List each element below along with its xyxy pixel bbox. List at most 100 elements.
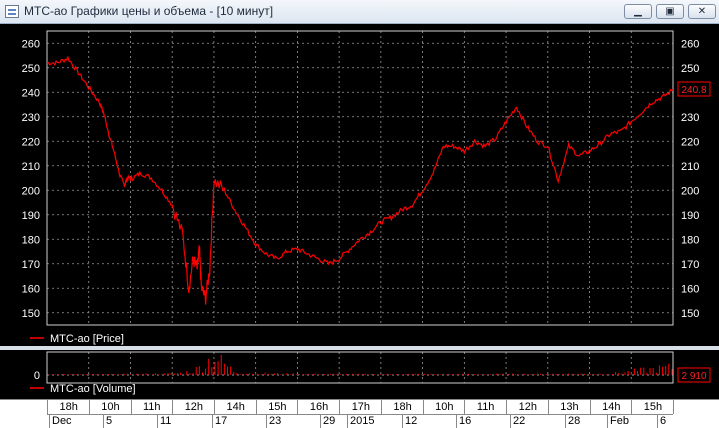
price-tick-label-right: 190: [681, 210, 699, 222]
price-tick-label-right: 150: [681, 308, 699, 320]
hour-label: 10h: [101, 401, 120, 413]
time-axis-tick: [631, 400, 633, 414]
price-tick-label-left: 250: [22, 63, 40, 75]
price-tick-label-left: 210: [22, 161, 40, 173]
date-tick: [320, 415, 321, 428]
hour-label: 14h: [602, 401, 621, 413]
price-tick-label-left: 260: [22, 38, 40, 50]
hour-label: 12h: [518, 401, 537, 413]
hour-label: 15h: [643, 401, 663, 413]
volume-legend-label: МТС-ао [Volume]: [50, 383, 136, 395]
date-label: 22: [513, 415, 526, 427]
price-tick-label-left: 200: [22, 185, 40, 197]
date-label: 2015: [350, 415, 375, 427]
volume-plot-border: [46, 351, 674, 384]
date-tick: [212, 415, 213, 428]
time-axis-tick: [422, 400, 424, 414]
volume-legend: МТС-ао [Volume]: [30, 383, 136, 395]
volume-bars: [48, 354, 673, 375]
price-tick-label-right: 210: [681, 161, 699, 173]
time-axis-tick: [547, 400, 549, 414]
price-tick-label-right: 260: [681, 38, 699, 50]
window-title: МТС-ао Графики цены и объема - [10 минут…: [24, 4, 274, 18]
date-label: Feb: [610, 415, 629, 427]
price-volume-chart[interactable]: 150 160 170 180 190 200 210 220 230 240 250 260 150…: [0, 24, 719, 399]
time-axis-tick: [380, 400, 382, 414]
hour-label: 16h: [309, 401, 329, 413]
volume-zero-tick: 0: [34, 370, 40, 382]
price-legend: МТС-ао [Price]: [30, 333, 124, 345]
time-axis-tick: [339, 400, 341, 414]
date-tick: [510, 415, 511, 428]
hour-label: 10h: [435, 401, 454, 413]
price-tick-label-left: 160: [22, 283, 40, 295]
time-axis-tick: [673, 400, 674, 414]
date-label: Dec: [52, 415, 72, 427]
time-axis[interactable]: 18h 10h 11h 12h 14h 15h 16h 17h 18h 10h 11h 12h 13h 1…: [0, 399, 719, 428]
time-axis-tick: [47, 400, 48, 414]
date-tick: [347, 415, 348, 428]
time-axis-tick: [213, 400, 215, 414]
time-axis-tick: [297, 400, 299, 414]
time-axis-tick: [506, 400, 508, 414]
date-label: 6: [660, 415, 667, 427]
price-tick-label-left: 190: [22, 210, 40, 222]
price-tick-label-right: 220: [681, 136, 699, 148]
date-label: 5: [106, 415, 113, 427]
price-grid: [47, 31, 673, 383]
price-tick-label-left: 170: [22, 259, 40, 271]
date-label: 11: [160, 415, 172, 427]
date-label: 29: [323, 415, 336, 427]
hour-label: 12h: [184, 401, 204, 413]
close-button[interactable]: ✕: [688, 4, 716, 19]
price-tick-label-left: 230: [22, 112, 40, 124]
date-tick: [157, 415, 158, 428]
time-axis-tick: [255, 400, 257, 414]
svg-text:2 910: 2 910: [681, 371, 706, 382]
price-tick-label-left: 180: [22, 234, 40, 246]
price-tick-label-left: 240: [22, 87, 40, 99]
price-tick-label-right: 180: [681, 234, 699, 246]
time-axis-tick: [464, 400, 466, 414]
date-tick: [607, 415, 608, 428]
date-tick: [402, 415, 403, 428]
title-bar: МТС-ао Графики цены и объема - [10 минут…: [0, 0, 719, 24]
minimize-button[interactable]: ▁: [624, 4, 652, 19]
price-left-axis: 150 160 170 180 190 200 210 220 230 240 250 260: [22, 38, 40, 320]
chart-window-icon: [5, 5, 19, 18]
date-tick: [456, 415, 457, 428]
price-tick-label-right: 160: [681, 283, 699, 295]
volume-last-value-badge: 2 910: [677, 367, 711, 383]
hour-label: 15h: [268, 401, 287, 413]
hour-label: 11h: [143, 401, 161, 413]
hour-label: 17h: [351, 401, 371, 413]
time-axis-tick: [589, 400, 591, 414]
date-tick: [103, 415, 104, 428]
date-label: 12: [405, 415, 418, 427]
date-label: 28: [568, 415, 581, 427]
price-right-axis: 150160170180190200210220230240250260: [681, 38, 699, 320]
time-axis-tick: [130, 400, 132, 414]
price-series-line: [46, 55, 674, 305]
date-label: 16: [459, 415, 472, 427]
hour-label: 14h: [226, 401, 245, 413]
svg-text:240.8: 240.8: [681, 85, 706, 96]
date-tick: [565, 415, 566, 428]
price-tick-label-right: 170: [681, 259, 699, 271]
price-tick-label-left: 150: [22, 308, 40, 320]
time-axis-tick: [172, 400, 174, 414]
price-tick-label-right: 200: [681, 185, 699, 197]
date-tick: [266, 415, 267, 428]
hour-label: 18h: [59, 401, 78, 413]
panel-separator[interactable]: [0, 346, 719, 350]
price-tick-label-right: 250: [681, 63, 699, 75]
restore-button[interactable]: ▣: [656, 4, 684, 19]
hour-label: 13h: [560, 401, 579, 413]
hour-label: 18h: [393, 401, 412, 413]
time-axis-tick: [88, 400, 90, 414]
price-last-value-badge: 240.8: [677, 81, 711, 97]
hour-label: 11h: [476, 401, 495, 413]
date-label: 23: [269, 415, 282, 427]
price-tick-label-left: 220: [22, 136, 40, 148]
date-tick: [49, 415, 50, 428]
